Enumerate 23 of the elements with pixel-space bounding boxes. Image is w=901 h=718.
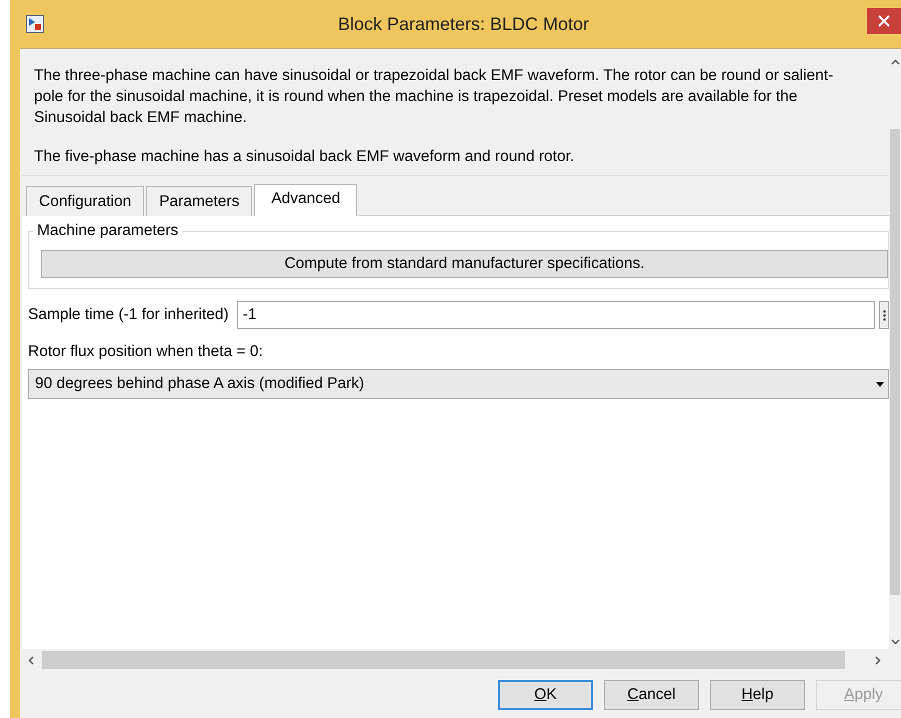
caret-icon [876, 382, 884, 386]
dialog-button[interactable]: Cancel [604, 680, 699, 710]
dialog-button[interactable]: OK [498, 680, 593, 710]
sample-time-field[interactable]: -1 [236, 301, 875, 329]
dialog-button[interactable]: Help [710, 680, 805, 710]
scroll-thumb[interactable] [890, 129, 900, 595]
tab[interactable]: Configuration [26, 186, 144, 216]
description-text: The three-phase machine can have sinusoidal or trapezoidal back EMF waveform. The rotor can be round or salient-pole for the sinusoidal machine, it is round when the machine is trapezoidal. Preset models are available for the Sinusoidal back EMF machine. [34, 66, 834, 128]
tab[interactable]: Advanced [254, 184, 358, 216]
rotor-flux-dropdown[interactable]: 90 degrees behind phase A axis (modified Park) [28, 369, 889, 399]
tab[interactable]: Parameters [146, 186, 252, 216]
description-text: The five-phase machine has a sinusoidal back EMF waveform and round rotor. [34, 147, 576, 167]
field-label: Rotor flux position when theta = 0: [28, 343, 264, 361]
compute-button[interactable]: Compute from standard manufacturer specifications. [41, 250, 888, 278]
more-button[interactable] [879, 301, 889, 329]
close-button[interactable] [867, 8, 901, 34]
scroll-thumb[interactable] [42, 651, 845, 669]
block-icon [26, 15, 44, 33]
vertical-dots-icon [882, 310, 886, 320]
field-label: Sample time (-1 for inherited) [28, 306, 229, 324]
window-title: Block Parameters: BLDC Motor [336, 14, 590, 34]
close-icon [878, 15, 890, 27]
group-title: Machine parameters [36, 222, 180, 240]
